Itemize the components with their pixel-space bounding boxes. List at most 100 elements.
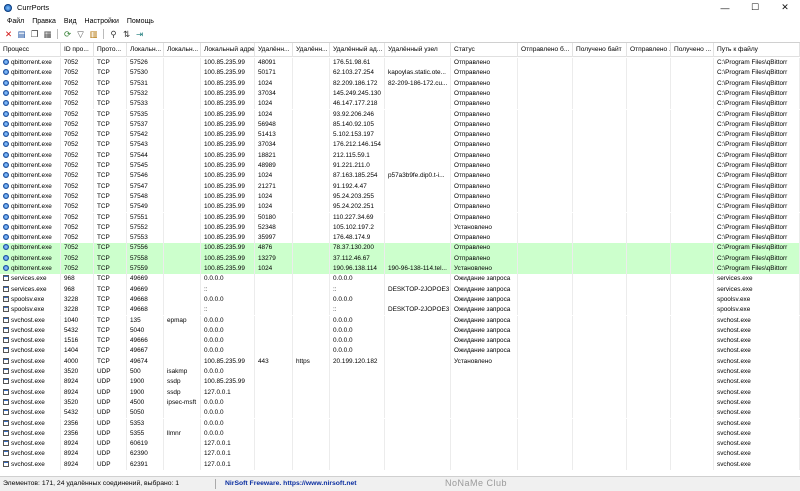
table-row[interactable]: svchost.exe 2356 UDP 5353 0.0.0.0 svchost.exe [0, 418, 800, 429]
process-name: qbittorrent.exe [11, 131, 52, 139]
col-local-port-name-header[interactable]: Локальн... [164, 43, 201, 57]
connections-table[interactable]: Процесс ID про... Прото... Локальн... Локаль… [0, 42, 800, 475]
col-sent-packets-cell [627, 58, 671, 69]
table-row[interactable]: qbittorrent.exe 7052 TCP 57532 100.85.235.99… [0, 88, 800, 100]
col-remote-port-cell: 50171 [255, 68, 293, 79]
menu-view[interactable]: Вид [60, 18, 81, 25]
table-row[interactable]: spoolsv.exe 3228 TCP 49668:::: DESKTOP-2JOPO… [0, 305, 800, 316]
table-row[interactable]: qbittorrent.exe 7052 TCP 57546 100.85.235.99… [0, 171, 800, 182]
table-row[interactable]: services.exe 968 TCP 49669:::: DESKTOP-2JOPO… [0, 284, 800, 295]
table-row[interactable]: qbittorrent.exe 7052 TCP 57526 100.85.235.99… [0, 58, 800, 69]
col-remote-address-cell: 0.0.0.0 [330, 315, 385, 326]
table-row[interactable]: qbittorrent.exe 7052 TCP 57547 100.85.235.99… [0, 181, 800, 192]
table-row[interactable]: svchost.exe 3520 UDP 500 isakmp 0.0.0.0 svchos… [0, 367, 800, 378]
col-sent-packets-header[interactable]: Отправлено ... [627, 43, 671, 57]
exit-icon[interactable]: ⇥ [134, 29, 145, 40]
col-received-bytes-cell [573, 459, 627, 470]
table-row[interactable]: qbittorrent.exe 7052 TCP 57552 100.85.235.99… [0, 222, 800, 234]
col-received-bytes-header[interactable]: Получено байт [573, 43, 627, 57]
col-pid-header[interactable]: ID про... [61, 43, 94, 57]
col-local-port-header[interactable]: Локальн... [127, 43, 164, 57]
table-row[interactable]: qbittorrent.exe 7052 TCP 57542 100.85.235.99… [0, 130, 800, 141]
table-row[interactable]: svchost.exe 8924 UDP 1900 ssdp 127.0.0.1 svcho… [0, 387, 800, 398]
table-row[interactable]: svchost.exe 8924 UDP 62390 127.0.0.1 svchost.… [0, 449, 800, 460]
col-received-bytes-cell [573, 305, 627, 316]
col-remote-port-header[interactable]: Удалённ... [255, 43, 293, 57]
col-protocol-cell: UDP [94, 418, 127, 429]
table-row[interactable]: services.exe 968 TCP 49669 0.0.0.0 0.0.0.0 Ожи… [0, 274, 800, 285]
qbittorrent-icon [3, 265, 9, 271]
close-connection-icon[interactable]: ✕ [3, 29, 14, 40]
table-row[interactable]: qbittorrent.exe 7052 TCP 57530 100.85.235.99… [0, 68, 800, 79]
col-pid-cell: 5432 [61, 325, 94, 337]
table-row[interactable]: svchost.exe 8924 UDP 1900 ssdp 100.85.235.99 s… [0, 377, 800, 388]
table-row[interactable]: qbittorrent.exe 7052 TCP 57558 100.85.235.99… [0, 253, 800, 264]
find-icon[interactable]: ⚲ [108, 29, 119, 40]
col-received-packets-cell [671, 367, 714, 378]
col-remote-host-header[interactable]: Удалённый узел [385, 43, 451, 57]
table-row[interactable]: svchost.exe 3520 UDP 4500 ipsec-msft 0.0.0.0 s… [0, 397, 800, 409]
process-icon [3, 337, 9, 344]
process-icon [3, 368, 9, 374]
table-row[interactable]: svchost.exe 4000 TCP 49674 100.85.235.99 443 h… [0, 356, 800, 367]
sort-icon[interactable]: ⇅ [121, 29, 132, 40]
table-row[interactable]: qbittorrent.exe 7052 TCP 57544 100.85.235.99… [0, 150, 800, 161]
col-remote-address-header[interactable]: Удалённый ад... [330, 43, 385, 57]
col-state-header[interactable]: Статус [451, 43, 518, 57]
col-process-path-cell: C:\Program Files\qBittorr [714, 264, 800, 275]
minimize-button[interactable]: — [710, 0, 740, 15]
col-local-port-name-cell: ssdp [164, 387, 201, 398]
col-remote-address-cell: 0.0.0.0 [330, 294, 385, 306]
qbittorrent-icon [3, 69, 9, 76]
table-row[interactable]: qbittorrent.exe 7052 TCP 57545 100.85.235.99… [0, 161, 800, 172]
table-row[interactable]: qbittorrent.exe 7052 TCP 57553 100.85.235.99… [0, 233, 800, 244]
table-row[interactable]: qbittorrent.exe 7052 TCP 57543 100.85.235.99… [0, 140, 800, 151]
save-icon[interactable]: ▤ [16, 29, 27, 40]
table-row[interactable]: svchost.exe 1040 TCP 135 epmap 0.0.0.0 0.0.0.0… [0, 315, 800, 326]
col-local-address-header[interactable]: Локальный адрес [201, 43, 255, 57]
table-row[interactable]: svchost.exe 1516 TCP 49666 0.0.0.0 0.0.0.0 Ожи… [0, 336, 800, 347]
table-row[interactable]: qbittorrent.exe 7052 TCP 57549 100.85.235.99… [0, 202, 800, 213]
table-row[interactable]: svchost.exe 5432 UDP 5050 0.0.0.0 svchost.exe [0, 408, 800, 419]
col-sent-packets-cell [627, 284, 671, 295]
col-sent-bytes-header[interactable]: Отправлено б... [518, 43, 573, 57]
col-local-port-cell: 57548 [127, 191, 164, 203]
col-received-packets-header[interactable]: Получено ... [671, 43, 714, 57]
table-row[interactable]: qbittorrent.exe 7052 TCP 57559 100.85.235.99… [0, 264, 800, 275]
nirsoft-link[interactable]: NirSoft Freeware. https://www.nirsoft.ne… [225, 480, 357, 487]
col-process-header[interactable]: Процесс [0, 43, 61, 57]
table-row[interactable]: svchost.exe 8924 UDP 60619 127.0.0.1 svchost.… [0, 439, 800, 450]
col-protocol-header[interactable]: Прото... [94, 43, 127, 57]
table-row[interactable]: qbittorrent.exe 7052 TCP 57556 100.85.235.99… [0, 243, 800, 254]
table-row[interactable]: qbittorrent.exe 7052 TCP 57537 100.85.235.99… [0, 119, 800, 131]
maximize-button[interactable]: ☐ [740, 0, 770, 15]
table-row[interactable]: qbittorrent.exe 7052 TCP 57548 100.85.235.99… [0, 191, 800, 203]
table-row[interactable]: qbittorrent.exe 7052 TCP 57551 100.85.235.99… [0, 212, 800, 223]
table-row[interactable]: qbittorrent.exe 7052 TCP 57531 100.85.235.99… [0, 78, 800, 89]
table-row[interactable]: svchost.exe 2356 UDP 5355 llmnr 0.0.0.0 svchos… [0, 428, 800, 440]
filter-icon[interactable]: ▽ [75, 29, 86, 40]
table-row[interactable]: spoolsv.exe 3228 TCP 49668 0.0.0.0 0.0.0.0 Ожи… [0, 294, 800, 306]
menu-options[interactable]: Настройки [81, 18, 123, 25]
col-received-bytes-cell [573, 99, 627, 110]
table-row[interactable]: qbittorrent.exe 7052 TCP 57533 100.85.235.99… [0, 99, 800, 110]
menu-edit[interactable]: Правка [28, 18, 60, 25]
close-button[interactable]: ✕ [770, 0, 800, 15]
col-protocol-cell: TCP [94, 233, 127, 244]
menu-help[interactable]: Помощь [123, 18, 158, 25]
refresh-icon[interactable]: ⟳ [62, 29, 73, 40]
col-process-path-header[interactable]: Путь к файлу [714, 43, 800, 57]
table-row[interactable]: svchost.exe 8924 UDP 62391 127.0.0.1 svchost.… [0, 459, 800, 470]
col-pid-cell: 7052 [61, 130, 94, 141]
col-state-cell: Отправлено [451, 68, 518, 79]
html-report-icon[interactable]: ▥ [88, 29, 99, 40]
table-row[interactable]: qbittorrent.exe 7052 TCP 57535 100.85.235.99… [0, 109, 800, 120]
properties-icon[interactable]: ▦ [42, 29, 53, 40]
col-remote-host-cell [385, 161, 451, 172]
menu-file[interactable]: Файл [3, 18, 28, 25]
col-process-cell: services.exe [0, 274, 61, 285]
table-row[interactable]: svchost.exe 5432 TCP 5040 0.0.0.0 0.0.0.0 Ожид… [0, 325, 800, 337]
col-remote-port-name-header[interactable]: Удалённ... [293, 43, 330, 57]
table-row[interactable]: svchost.exe 1404 TCP 49667 0.0.0.0 0.0.0.0 Ожи… [0, 346, 800, 357]
copy-icon[interactable]: ❐ [29, 29, 40, 40]
